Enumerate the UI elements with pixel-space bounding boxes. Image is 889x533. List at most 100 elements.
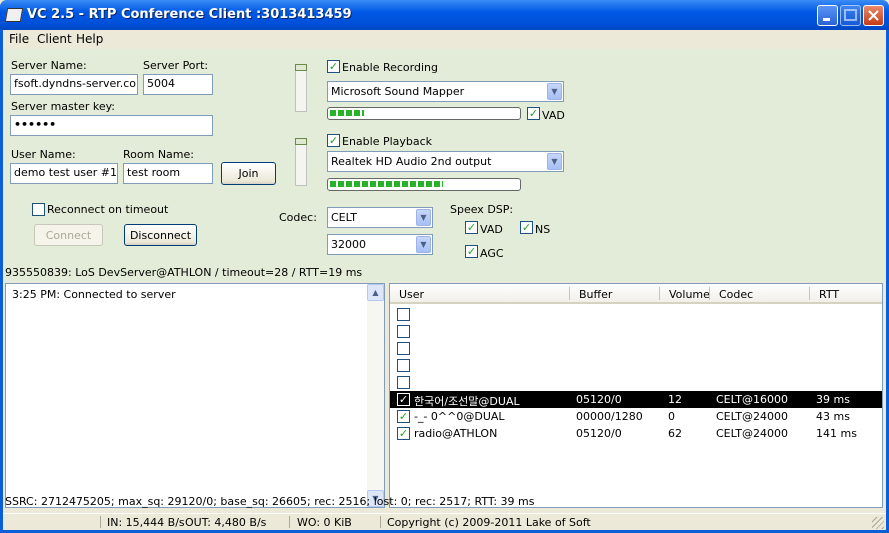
user-row[interactable] [390, 323, 882, 340]
log-entry: 3:25 PM: Connected to server [12, 288, 176, 301]
user-cell-rtt: 39 ms [816, 393, 850, 406]
close-button[interactable] [863, 5, 884, 26]
user-checkbox[interactable] [397, 342, 410, 355]
speex-agc-checkbox[interactable]: ✓ [465, 245, 478, 258]
user-cell-volume: 62 [668, 427, 682, 440]
speex-agc-label: AGC [480, 247, 504, 260]
user-row[interactable] [390, 374, 882, 391]
app-icon [4, 8, 24, 22]
reconnect-checkbox[interactable] [32, 203, 45, 216]
recording-vad-label: VAD [542, 109, 565, 122]
column-user[interactable]: User [399, 288, 424, 301]
disconnect-button[interactable]: Disconnect [124, 224, 197, 246]
column-separator[interactable] [709, 287, 710, 300]
user-row[interactable] [390, 340, 882, 357]
user-cell-buffer: 05120/0 [576, 427, 622, 440]
ssrc-info-line: SSRC: 2712475205; max_sq: 29120/0; base_… [5, 495, 535, 508]
recording-vad-checkbox[interactable]: ✓ [527, 107, 540, 120]
user-cell-volume: 12 [668, 393, 682, 406]
enable-recording-checkbox[interactable]: ✓ [327, 60, 340, 73]
playback-slider-thumb[interactable] [295, 138, 307, 145]
user-checkbox[interactable]: ✓ [397, 427, 410, 440]
maximize-button[interactable] [840, 5, 861, 26]
main-window: VC 2.5 - RTP Conference Client :30134134… [0, 0, 889, 533]
user-checkbox[interactable] [397, 359, 410, 372]
user-row[interactable] [390, 306, 882, 323]
user-cell-codec: CELT@24000 [716, 410, 788, 423]
user-checkbox[interactable] [397, 376, 410, 389]
connect-button[interactable]: Connect [34, 224, 103, 246]
user-checkbox[interactable] [397, 325, 410, 338]
log-scrollbar[interactable]: ▲ ▼ [367, 284, 384, 507]
minimize-button[interactable] [817, 5, 838, 26]
speex-vad-checkbox[interactable]: ✓ [465, 221, 478, 234]
user-cell-rtt: 141 ms [816, 427, 857, 440]
server-name-label: Server Name: [11, 59, 87, 72]
title-bar[interactable]: VC 2.5 - RTP Conference Client :30134134… [0, 0, 889, 30]
maximize-icon [844, 9, 857, 21]
column-buffer[interactable]: Buffer [579, 288, 612, 301]
server-key-input[interactable]: •••••• [10, 115, 213, 136]
join-button[interactable]: Join [221, 162, 276, 185]
codec-select[interactable]: CELT ▼ [327, 207, 433, 228]
playback-level-meter [327, 178, 521, 191]
user-list-header: User Buffer Volume Codec RTT [390, 284, 882, 304]
user-cell-user: radio@ATHLON [414, 427, 498, 440]
recording-device-select[interactable]: Microsoft Sound Mapper ▼ [327, 81, 564, 102]
user-cell-buffer: 05120/0 [576, 393, 622, 406]
codec-label: Codec: [279, 211, 317, 224]
chevron-down-icon: ▼ [416, 236, 431, 253]
user-list[interactable]: User Buffer Volume Codec RTT ✓ 한국어/조선말@DU… [389, 283, 883, 508]
column-separator[interactable] [659, 287, 660, 300]
playback-level-bar [330, 181, 443, 187]
user-row[interactable]: ✓ 한국어/조선말@DUAL 05120/0 12 CELT@16000 39 ms [390, 391, 882, 408]
menu-help[interactable]: Help [76, 32, 103, 46]
recording-volume-slider[interactable] [295, 64, 307, 112]
chevron-down-icon: ▼ [547, 153, 562, 170]
room-name-label: Room Name: [123, 148, 194, 161]
menu-file[interactable]: File [9, 32, 29, 46]
column-rtt[interactable]: RTT [819, 288, 839, 301]
status-bar: IN: 15,444 B/s OUT: 4,480 B/s WO: 0 KiB … [3, 513, 886, 529]
room-name-input[interactable]: test room [123, 163, 213, 184]
column-volume[interactable]: Volume [669, 288, 710, 301]
log-panel[interactable]: 3:25 PM: Connected to server ▲ ▼ [5, 283, 385, 508]
status-in: IN: 15,444 B/s [107, 516, 185, 529]
user-row[interactable]: ✓ -_- 0^^0@DUAL 00000/1280 0 CELT@24000 43 ms [390, 408, 882, 425]
enable-playback-checkbox[interactable]: ✓ [327, 134, 340, 147]
playback-device-value: Realtek HD Audio 2nd output [331, 155, 492, 168]
status-separator [100, 516, 101, 528]
scroll-up-icon[interactable]: ▲ [367, 284, 384, 301]
recording-slider-thumb[interactable] [295, 64, 307, 71]
server-key-label: Server master key: [11, 100, 116, 113]
menu-client[interactable]: Client [37, 32, 72, 46]
codec-rate-select[interactable]: 32000 ▼ [327, 234, 433, 255]
column-codec[interactable]: Codec [719, 288, 753, 301]
user-row[interactable]: ✓ radio@ATHLON 05120/0 62 CELT@24000 141 ms [390, 425, 882, 442]
client-area: File Client Help Server Name: fsoft.dynd… [3, 30, 886, 530]
user-row[interactable] [390, 357, 882, 374]
user-checkbox[interactable] [397, 308, 410, 321]
user-checkbox[interactable]: ✓ [397, 410, 410, 423]
column-separator[interactable] [809, 287, 810, 300]
user-cell-buffer: 00000/1280 [576, 410, 643, 423]
window-title: VC 2.5 - RTP Conference Client :30134134… [27, 7, 352, 22]
chevron-down-icon: ▼ [416, 209, 431, 226]
user-cell-volume: 0 [668, 410, 675, 423]
resize-grip-icon[interactable] [872, 517, 884, 529]
column-separator[interactable] [569, 287, 570, 300]
speex-ns-label: NS [535, 223, 551, 236]
speex-ns-checkbox[interactable]: ✓ [520, 221, 533, 234]
server-port-label: Server Port: [143, 59, 209, 72]
chevron-down-icon: ▼ [547, 83, 562, 100]
user-name-input[interactable]: demo test user #1 [10, 163, 118, 184]
server-name-input[interactable]: fsoft.dyndns-server.com [10, 74, 138, 95]
playback-device-select[interactable]: Realtek HD Audio 2nd output ▼ [327, 151, 564, 172]
connection-status-line: 935550839: LoS DevServer@ATHLON / timeou… [5, 266, 363, 279]
user-checkbox[interactable]: ✓ [397, 393, 410, 406]
close-icon [868, 10, 879, 21]
playback-volume-slider[interactable] [295, 138, 307, 186]
server-port-input[interactable]: 5004 [143, 74, 213, 95]
minimize-icon [823, 18, 830, 21]
speex-vad-label: VAD [480, 223, 503, 236]
